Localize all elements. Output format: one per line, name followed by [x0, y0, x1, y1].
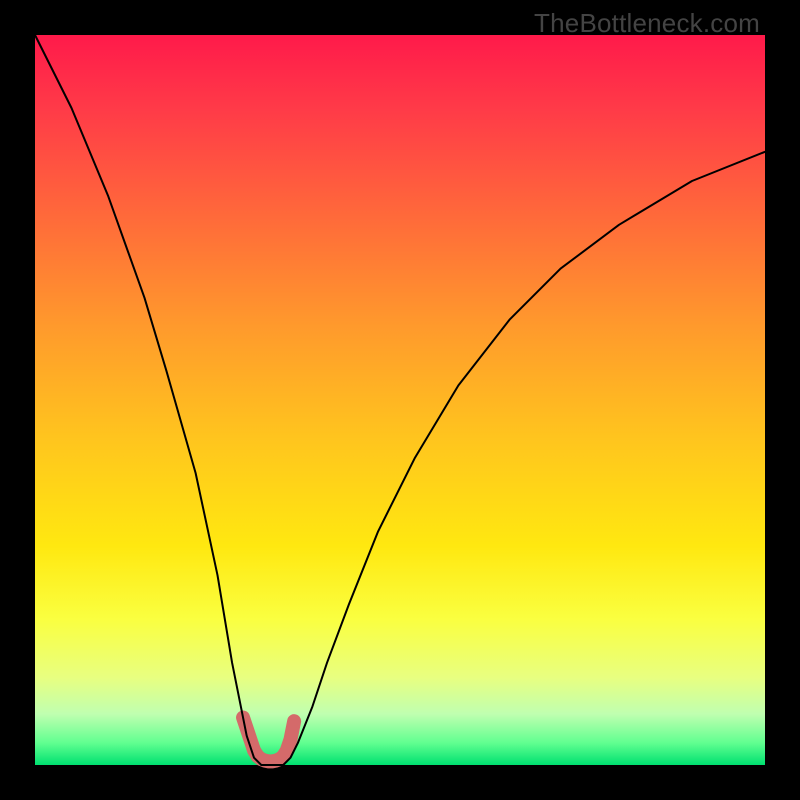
chart-frame: TheBottleneck.com — [0, 0, 800, 800]
valley-highlight-path — [243, 718, 294, 762]
chart-svg — [35, 35, 765, 765]
bottleneck-curve-path — [35, 35, 765, 765]
